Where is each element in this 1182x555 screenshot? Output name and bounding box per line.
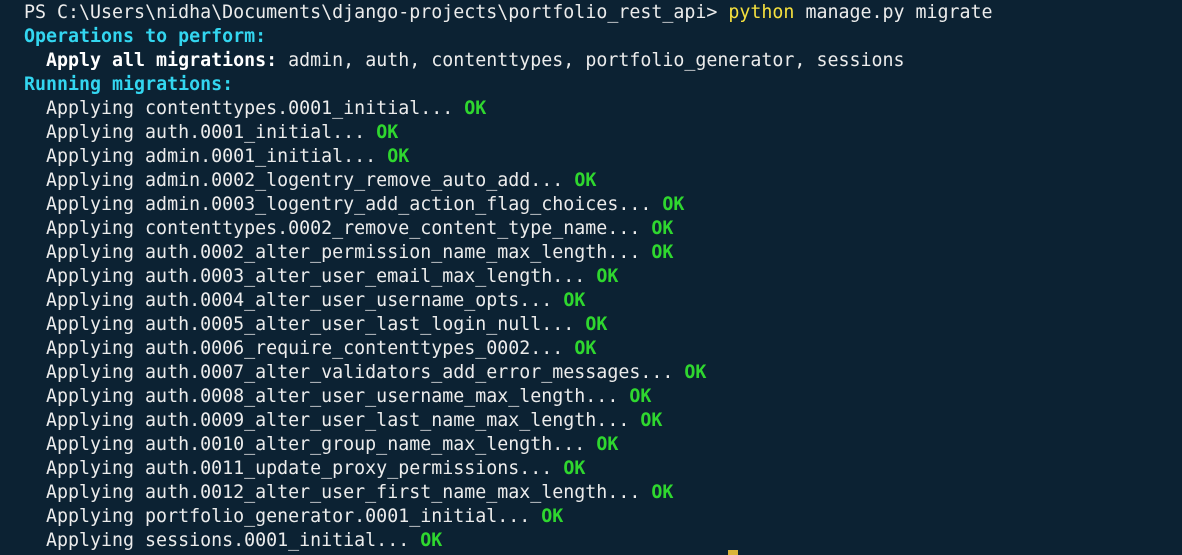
- migration-line: Applying admin.0003_logentry_add_action_…: [24, 193, 1174, 217]
- migration-line: Applying admin.0002_logentry_remove_auto…: [24, 169, 1174, 193]
- migration-text: Applying auth.0009_alter_user_last_name_…: [46, 410, 630, 431]
- migration-status-ok: OK: [596, 434, 619, 455]
- migration-line: Applying auth.0009_alter_user_last_name_…: [24, 409, 1174, 433]
- migration-line: Applying contenttypes.0001_initial... OK: [24, 97, 1174, 121]
- migration-line: Applying auth.0004_alter_user_username_o…: [24, 289, 1174, 313]
- migration-status-ok: OK: [464, 98, 487, 119]
- migration-status-ok: OK: [563, 458, 586, 479]
- migration-status-ok: OK: [563, 290, 586, 311]
- migration-status-ok: OK: [596, 266, 619, 287]
- migration-line: Applying contenttypes.0002_remove_conten…: [24, 217, 1174, 241]
- migration-status-ok: OK: [541, 506, 564, 527]
- migration-text: Applying contenttypes.0001_initial...: [46, 98, 454, 119]
- apply-all-apps: admin, auth, contenttypes, portfolio_gen…: [277, 50, 905, 71]
- terminal-output[interactable]: PS C:\Users\nidha\Documents\django-proje…: [24, 1, 1174, 553]
- migration-text: Applying auth.0008_alter_user_username_m…: [46, 386, 619, 407]
- migration-line: Applying auth.0012_alter_user_first_name…: [24, 481, 1174, 505]
- migration-text: Applying auth.0011_update_proxy_permissi…: [46, 458, 553, 479]
- migration-text: Applying admin.0001_initial...: [46, 146, 377, 167]
- migration-text: Applying auth.0003_alter_user_email_max_…: [46, 266, 586, 287]
- migration-line: Applying auth.0005_alter_user_last_login…: [24, 313, 1174, 337]
- migration-text: Applying auth.0001_initial...: [46, 122, 366, 143]
- migration-line: Applying sessions.0001_initial... OK: [24, 529, 1174, 553]
- migration-text: Applying contenttypes.0002_remove_conten…: [46, 218, 641, 239]
- migration-status-ok: OK: [651, 218, 674, 239]
- operations-header: Operations to perform:: [24, 26, 267, 47]
- migration-status-ok: OK: [420, 530, 443, 551]
- migration-status-ok: OK: [651, 482, 674, 503]
- migration-status-ok: OK: [662, 194, 685, 215]
- migration-status-ok: OK: [651, 242, 674, 263]
- migration-text: Applying auth.0007_alter_validators_add_…: [46, 362, 674, 383]
- migration-text: Applying auth.0004_alter_user_username_o…: [46, 290, 553, 311]
- migration-line: Applying auth.0006_require_contenttypes_…: [24, 337, 1174, 361]
- migration-text: Applying sessions.0001_initial...: [46, 530, 410, 551]
- apply-all-line: Apply all migrations: admin, auth, conte…: [24, 49, 1174, 73]
- migration-text: Applying auth.0005_alter_user_last_login…: [46, 314, 575, 335]
- migration-line: Applying auth.0010_alter_group_name_max_…: [24, 433, 1174, 457]
- migration-line: Applying auth.0011_update_proxy_permissi…: [24, 457, 1174, 481]
- migration-line: Applying auth.0003_alter_user_email_max_…: [24, 265, 1174, 289]
- migration-status-ok: OK: [574, 170, 597, 191]
- migration-line: Applying auth.0002_alter_permission_name…: [24, 241, 1174, 265]
- command-args: manage.py migrate: [794, 2, 993, 23]
- prompt-line: PS C:\Users\nidha\Documents\django-proje…: [24, 1, 1174, 25]
- migration-line: Applying auth.0008_alter_user_username_m…: [24, 385, 1174, 409]
- migration-line: Applying portfolio_generator.0001_initia…: [24, 505, 1174, 529]
- migration-status-ok: OK: [629, 386, 652, 407]
- migration-text: Applying auth.0010_alter_group_name_max_…: [46, 434, 586, 455]
- migration-text: Applying portfolio_generator.0001_initia…: [46, 506, 531, 527]
- migration-line: Applying admin.0001_initial... OK: [24, 145, 1174, 169]
- migration-text: Applying auth.0002_alter_permission_name…: [46, 242, 641, 263]
- migration-text: Applying auth.0006_require_contenttypes_…: [46, 338, 564, 359]
- prompt-path: PS C:\Users\nidha\Documents\django-proje…: [24, 2, 729, 23]
- migration-text: Applying admin.0002_logentry_remove_auto…: [46, 170, 564, 191]
- command-name: python: [728, 2, 795, 23]
- migration-status-ok: OK: [574, 338, 597, 359]
- apply-all-label: Apply all migrations:: [46, 50, 278, 71]
- migration-status-ok: OK: [376, 122, 399, 143]
- terminal-cursor: [728, 550, 738, 555]
- running-migrations-header: Running migrations:: [24, 74, 234, 95]
- migration-status-ok: OK: [585, 314, 608, 335]
- migration-text: Applying auth.0012_alter_user_first_name…: [46, 482, 641, 503]
- migration-status-ok: OK: [684, 362, 707, 383]
- migration-line: Applying auth.0001_initial... OK: [24, 121, 1174, 145]
- migration-status-ok: OK: [387, 146, 410, 167]
- migration-line: Applying auth.0007_alter_validators_add_…: [24, 361, 1174, 385]
- migration-text: Applying admin.0003_logentry_add_action_…: [46, 194, 652, 215]
- migrations-list: Applying contenttypes.0001_initial... OK…: [24, 97, 1174, 553]
- migration-status-ok: OK: [640, 410, 663, 431]
